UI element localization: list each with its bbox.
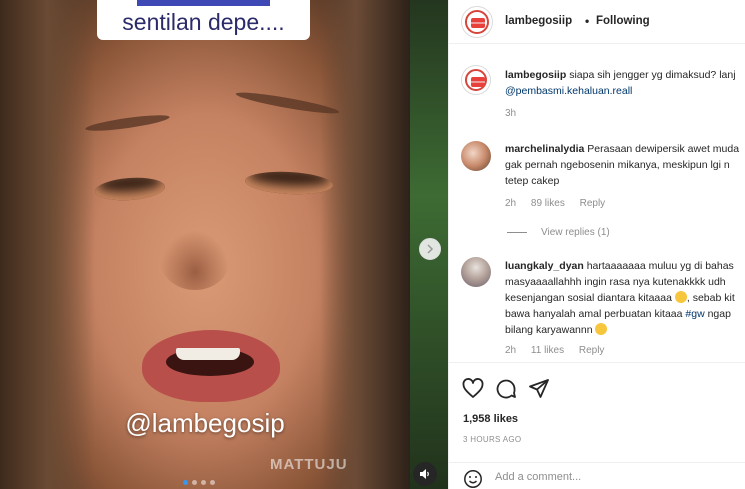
comment-input[interactable] bbox=[495, 467, 735, 487]
list-item: luangkaly_dyan hartaaaaaaa muluu yg di b… bbox=[505, 258, 743, 338]
smiley-icon[interactable] bbox=[463, 469, 483, 489]
comment-bubble-icon[interactable] bbox=[494, 377, 518, 401]
carousel-dot bbox=[183, 480, 188, 485]
comment-username[interactable]: luangkaly_dyan bbox=[505, 260, 584, 272]
caption-text: siapa sih jengger yg dimaksud? lanj bbox=[569, 69, 736, 81]
carousel-dots bbox=[183, 480, 215, 485]
post-header: lambegosiip • Following bbox=[449, 0, 745, 44]
comment-time: 2h bbox=[505, 198, 517, 209]
reply-button[interactable]: Reply bbox=[579, 345, 605, 356]
comment-meta: 2h 11 likes Reply bbox=[505, 345, 616, 356]
header-separator: • bbox=[585, 14, 590, 28]
caption-mention[interactable]: @pembasmi.kehaluan.reall bbox=[505, 85, 632, 97]
post-media[interactable]: sentilan depe.... @lambegosip MATTUJU bbox=[0, 0, 448, 489]
avatar[interactable] bbox=[461, 141, 491, 171]
watermark: MATTUJU bbox=[270, 456, 348, 473]
post-timestamp: 3 HOURS AGO bbox=[463, 435, 522, 444]
post-photo: sentilan depe.... @lambegosip MATTUJU bbox=[0, 0, 410, 489]
avatar[interactable] bbox=[461, 6, 493, 38]
comment-likes[interactable]: 11 likes bbox=[531, 345, 564, 356]
caption-username[interactable]: lambegosiip bbox=[505, 69, 566, 81]
smiley-emoji-icon bbox=[674, 291, 687, 303]
comment-meta: 2h 89 likes Reply bbox=[505, 198, 617, 209]
carousel-dot bbox=[210, 480, 215, 485]
caption-time: 3h bbox=[505, 108, 517, 119]
post-sidebar: lambegosiip • Following lambegosiip siap… bbox=[448, 0, 745, 489]
caption-body: lambegosiip siapa sih jengger yg dimaksu… bbox=[505, 67, 745, 99]
header-username[interactable]: lambegosiip bbox=[505, 15, 572, 27]
comment-likes[interactable]: 89 likes bbox=[531, 198, 565, 209]
video-caption-text: sentilan depe.... bbox=[97, 0, 310, 40]
comment-time: 2h bbox=[505, 345, 517, 356]
following-button[interactable]: Following bbox=[596, 15, 650, 27]
likes-count[interactable]: 1,958 likes bbox=[463, 413, 518, 425]
carousel-dot bbox=[201, 480, 206, 485]
post-actions: 1,958 likes 3 HOURS AGO bbox=[449, 362, 745, 462]
hashtag-link[interactable]: #gw bbox=[685, 308, 704, 320]
carousel-dot bbox=[192, 480, 197, 485]
comments-list[interactable]: lambegosiip siapa sih jengger yg dimaksu… bbox=[449, 45, 745, 362]
laughing-emoji-icon bbox=[595, 323, 608, 335]
list-item: marchelinalydia Perasaan dewipersik awet… bbox=[505, 141, 743, 189]
avatar[interactable] bbox=[461, 257, 491, 287]
comment-username[interactable]: marchelinalydia bbox=[505, 143, 584, 155]
view-replies-button[interactable]: View replies (1) bbox=[507, 227, 610, 238]
heart-icon[interactable] bbox=[461, 377, 485, 401]
add-comment-bar bbox=[449, 462, 745, 489]
speaker-icon[interactable] bbox=[413, 462, 437, 486]
paper-plane-icon[interactable] bbox=[527, 377, 551, 401]
avatar[interactable] bbox=[461, 65, 491, 95]
chevron-right-icon[interactable] bbox=[419, 238, 441, 260]
reply-button[interactable]: Reply bbox=[580, 198, 606, 209]
overlay-handle-text: @lambegosip bbox=[125, 408, 285, 438]
